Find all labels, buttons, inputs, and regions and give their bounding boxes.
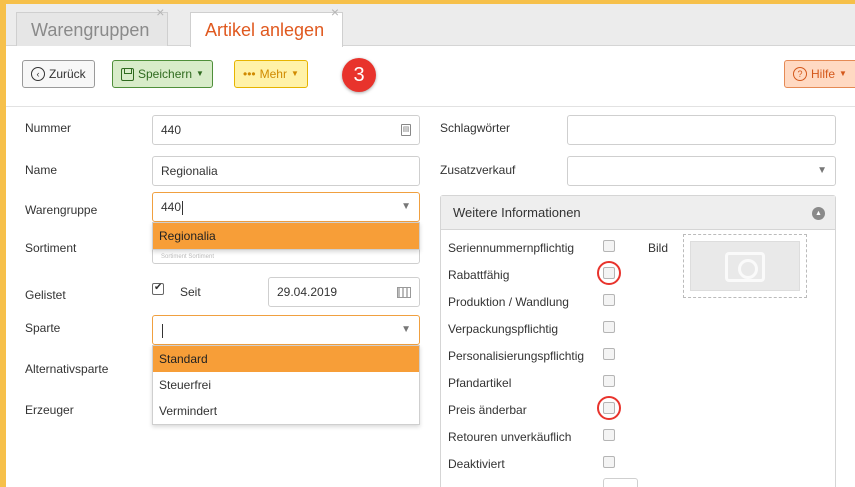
chevron-down-icon[interactable]: ▼ xyxy=(401,316,411,344)
step-badge: 3 xyxy=(342,58,376,92)
floppy-disk-icon xyxy=(121,67,134,81)
nummer-value: 440 xyxy=(161,123,182,137)
sparte-select[interactable]: ▼ xyxy=(152,315,420,345)
schlagwoerter-input[interactable] xyxy=(567,115,836,145)
annotation-circle xyxy=(597,261,621,285)
bild-label: Bild xyxy=(648,241,669,255)
caret-down-icon: ▼ xyxy=(839,69,847,78)
caret-down-icon: ▼ xyxy=(196,69,204,78)
check-label: Deaktiviert xyxy=(448,457,505,471)
warengruppe-dropdown: Regionalia xyxy=(152,222,420,250)
seit-date-input[interactable]: 29.04.2019 xyxy=(268,277,420,307)
check-label: Retouren unverkäuflich xyxy=(448,430,572,444)
help-button-label: Hilfe xyxy=(811,67,836,81)
dropdown-option[interactable]: Vermindert xyxy=(153,398,419,424)
check-label: Rabattfähig xyxy=(448,268,510,282)
text-cursor xyxy=(182,200,184,215)
image-dropzone[interactable] xyxy=(683,234,807,298)
panel-header[interactable]: Weitere Informationen ▲ xyxy=(441,196,835,230)
tab-label: Artikel anlegen xyxy=(205,20,325,40)
chevron-down-icon[interactable]: ▼ xyxy=(817,157,827,185)
check-label: Personalisierungspflichtig xyxy=(448,349,585,363)
save-button[interactable]: Speichern ▼ xyxy=(112,60,213,88)
pfandartikel-checkbox[interactable] xyxy=(603,375,615,387)
dropdown-option[interactable]: Standard xyxy=(153,346,419,372)
annotation-circle xyxy=(597,396,621,420)
dropdown-option[interactable]: Regionalia xyxy=(153,223,419,249)
seit-label: Seit xyxy=(180,285,201,299)
help-button[interactable]: ? Hilfe ▼ xyxy=(784,60,855,88)
partial-input[interactable] xyxy=(603,478,638,487)
save-button-label: Speichern xyxy=(138,67,193,81)
seit-value: 29.04.2019 xyxy=(277,285,338,299)
tab-bar: Warengruppen × Artikel anlegen × xyxy=(6,4,855,47)
schlagwoerter-label: Schlagwörter xyxy=(440,121,511,135)
caret-down-icon: ▼ xyxy=(290,69,299,78)
produktion-wandlung-checkbox[interactable] xyxy=(603,294,615,306)
camera-icon xyxy=(725,252,765,282)
chevron-left-icon: ‹ xyxy=(31,67,45,81)
nummer-label: Nummer xyxy=(25,121,72,135)
personalisierungspflichtig-checkbox[interactable] xyxy=(603,348,615,360)
alternativsparte-label: Alternativsparte xyxy=(25,362,109,376)
sparte-dropdown: Standard Steuerfrei Vermindert xyxy=(152,345,420,425)
question-icon: ? xyxy=(793,67,807,81)
sortiment-value: Sortiment Sortiment xyxy=(161,254,215,260)
retouren-unverkaeuflich-checkbox[interactable] xyxy=(603,429,615,441)
nummer-input[interactable]: 440 ▤ xyxy=(152,115,420,145)
zusatzverkauf-label: Zusatzverkauf xyxy=(440,163,516,177)
zusatzverkauf-select[interactable]: ▼ xyxy=(567,156,836,186)
name-input[interactable]: Regionalia xyxy=(152,156,420,186)
sparte-label: Sparte xyxy=(25,321,61,335)
more-button[interactable]: ••• Mehr ▼ xyxy=(234,60,308,88)
check-label: Pfandartikel xyxy=(448,376,512,390)
warengruppe-label: Warengruppe xyxy=(25,203,98,217)
seriennummernpflichtig-checkbox[interactable] xyxy=(603,240,615,252)
tab-warengruppen[interactable]: Warengruppen × xyxy=(16,5,169,46)
dropdown-option[interactable]: Steuerfrei xyxy=(153,372,419,398)
gelistet-checkbox[interactable] xyxy=(152,282,164,295)
name-label: Name xyxy=(25,163,58,177)
text-cursor xyxy=(162,323,163,338)
collapse-icon[interactable]: ▲ xyxy=(812,207,825,220)
calendar-icon[interactable] xyxy=(397,287,411,298)
warengruppe-value: 440 xyxy=(161,200,182,214)
chevron-down-icon[interactable]: ▼ xyxy=(401,193,411,221)
close-icon[interactable]: × xyxy=(156,5,164,19)
image-placeholder xyxy=(690,241,800,291)
toolbar: ‹ Zurück Speichern ▼ ••• Mehr ▼ 3 ? Hilf… xyxy=(6,47,855,107)
back-button-label: Zurück xyxy=(49,67,86,81)
sortiment-label: Sortiment xyxy=(25,241,77,255)
gelistet-label: Gelistet xyxy=(25,288,66,302)
more-button-label: Mehr xyxy=(259,67,287,81)
verpackungspflichtig-checkbox[interactable] xyxy=(603,321,615,333)
tab-label: Warengruppen xyxy=(31,20,150,40)
check-label: Verpackungspflichtig xyxy=(448,322,559,336)
deaktiviert-checkbox[interactable] xyxy=(603,456,615,468)
number-generator-icon[interactable]: ▤ xyxy=(401,124,411,136)
close-icon[interactable]: × xyxy=(331,5,339,19)
check-label: Preis änderbar xyxy=(448,403,527,417)
name-value: Regionalia xyxy=(161,164,218,178)
check-label: Produktion / Wandlung xyxy=(448,295,569,309)
panel-title: Weitere Informationen xyxy=(453,205,581,220)
erzeuger-label: Erzeuger xyxy=(25,403,74,417)
warengruppe-select[interactable]: 440 ▼ xyxy=(152,192,420,222)
dots-icon: ••• xyxy=(243,67,256,81)
check-label: Seriennummernpflichtig xyxy=(448,241,575,255)
back-button[interactable]: ‹ Zurück xyxy=(22,60,95,88)
tab-artikel-anlegen[interactable]: Artikel anlegen × xyxy=(190,5,344,47)
